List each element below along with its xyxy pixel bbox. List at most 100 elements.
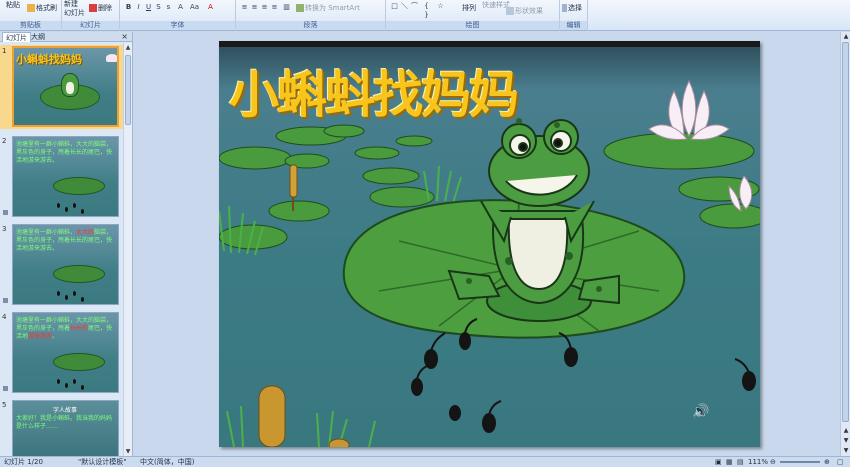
brush-icon [27,4,35,12]
close-icon[interactable]: × [121,32,128,42]
slide-thumbnail-3[interactable]: 3 池塘里有一群小蝌蚪，大大的脑袋，黑灰色的身子，甩着长长的尾巴，快活地游来游去… [0,223,124,307]
group-label-font: 字体 [120,21,235,30]
clipboard-group: 粘贴 格式刷 剪贴板 [0,0,62,31]
format-painter-button[interactable]: 格式刷 [27,4,57,13]
slide-title[interactable]: 小蝌蚪找妈妈 [229,65,519,125]
cattail [289,164,298,198]
group-label-slides: 幻灯片 [62,21,119,30]
zoom-out-icon[interactable]: ⊖ [770,457,776,467]
strike-button[interactable]: S [154,3,163,12]
status-bar: 幻灯片 1/20 "默认设计模板" 中文(简体，中国) ▣ ▦ ▤ 111% ⊖… [0,456,850,467]
view-sorter-icon[interactable]: ▦ [726,457,733,467]
thumbnail-text-part: 。 [52,333,59,340]
underline-button[interactable]: U [144,3,153,12]
shape-line-icon[interactable]: ＼ [400,2,409,11]
arrange-button[interactable]: 排列 [462,4,476,13]
shape-rect-icon[interactable]: □ [390,2,399,11]
smartart-icon [296,4,304,12]
slide-thumbnail-1[interactable]: 1 小蝌蚪找妈妈 [0,45,124,129]
slide-thumbnail-4[interactable]: 4 池塘里有一群小蝌蚪，大大的脑袋，黑灰色的身子，甩着长长的尾巴，快活地游来游去… [0,311,124,395]
thumbnail-image: 池塘里有一群小蝌蚪，大大的脑袋，黑灰色的身子，甩着长长的尾巴，快活地游来游去。 [12,312,119,393]
align-right-button[interactable]: ≡ [260,3,269,12]
paragraph-group: ≡ ≡ ≡ ≡ ▥ 转换为 SmartArt 段落 [236,0,386,31]
thumbnail-text-highlight: 长长的 [70,325,89,332]
slide-number: 1 [2,47,7,55]
spacing-button[interactable]: A [176,3,185,12]
thumbnail-heading: 字人故事 [53,407,78,414]
select-button[interactable]: 选择 [562,4,582,13]
align-center-button[interactable]: ≡ [250,3,259,12]
page-up-icon[interactable]: ▲ [841,426,850,435]
animation-icon [3,210,8,215]
delete-icon [89,4,97,12]
thumbnail-text: 池塘里有一群小蝌蚪，大大的脑袋，黑灰色的身子，甩着长长的尾巴，快活地游来游去。 [16,141,113,164]
slide-number: 2 [2,137,7,145]
thumbnail-text-highlight: 游来游去 [28,333,53,340]
shape-arc-icon[interactable]: ⌒ [410,2,419,11]
group-label-clipboard: 剪贴板 [0,21,61,30]
drawing-group: □ ＼ ⌒ { } ☆ 排列 快速样式 形状效果 绘图 [386,0,560,31]
view-normal-icon[interactable]: ▣ [715,457,722,467]
current-slide[interactable]: 小蝌蚪找妈妈 🔊 [219,41,760,447]
slide-number: 3 [2,225,7,233]
ribbon: 粘贴 格式刷 剪贴板 新建 幻灯片 删除 幻灯片 B I U S s A Aa … [0,0,850,31]
align-left-button[interactable]: ≡ [240,3,249,12]
shape-brace-icon[interactable]: { } [422,2,431,19]
language-indicator[interactable]: 中文(简体，中国) [140,457,194,467]
thumbnail-image: 字人故事 大家好！我是小蝌蚪。我当我的妈妈是什么样子…… [12,400,119,456]
bold-button[interactable]: B [124,3,133,12]
shape-effects-button[interactable]: 形状效果 [506,7,543,16]
panel-scroll-thumb[interactable] [125,55,131,125]
font-group: B I U S s A Aa A 字体 [120,0,236,31]
thumbnail-text: 池塘里有一群小蝌蚪，大大的脑袋，黑灰色的身子，甩着长长的尾巴，快活地游来游去。 [16,229,116,253]
shadow-button[interactable]: s [164,3,173,12]
speaker-icon[interactable]: 🔊 [692,404,709,420]
zoom-slider[interactable] [780,461,820,463]
convert-smartart-button[interactable]: 转换为 SmartArt [296,4,360,13]
canvas-scrollbar[interactable]: ▲ ▲ ▼ ▼ [840,32,850,456]
scroll-up-icon[interactable]: ▲ [124,43,132,52]
slide-number: 4 [2,313,7,321]
thumbnail-image: 池塘里有一群小蝌蚪，大大的脑袋，黑灰色的身子，甩着长长的尾巴，快活地游来游去。 [12,136,119,217]
animation-icon [3,386,8,391]
justify-button[interactable]: ≡ [270,3,279,12]
zoom-in-icon[interactable]: ⊕ [824,457,830,467]
scroll-down-icon[interactable]: ▼ [124,447,132,456]
canvas-scroll-thumb[interactable] [842,42,849,422]
cattail-bottom [258,385,286,447]
group-label-drawing: 绘图 [386,21,559,30]
page-down-icon[interactable]: ▼ [841,436,850,445]
tab-outline[interactable]: 大纲 [28,32,48,42]
cursor-icon [562,4,567,12]
italic-button[interactable]: I [134,3,143,12]
panel-scrollbar[interactable]: ▲ ▼ [123,43,132,456]
font-color-button[interactable]: A [206,3,215,12]
thumbnail-text-highlight: 大大的 [76,229,95,236]
thumbnail-text: 池塘里有一群小蝌蚪，大大的脑袋，黑灰色的身子，甩着长长的尾巴，快活地游来游去。 [16,317,116,341]
new-slide-button[interactable]: 新建 幻灯片 [64,0,85,18]
shape-star-icon[interactable]: ☆ [436,2,445,11]
slide-thumbnail-5[interactable]: 5 字人故事 大家好！我是小蝌蚪。我当我的妈妈是什么样子…… [0,399,124,456]
tab-slides[interactable]: 幻灯片 [2,32,31,42]
zoom-level[interactable]: 111% [748,457,768,467]
thumbnail-text: 大家好！我是小蝌蚪。我当我的妈妈是什么样子…… [16,415,113,430]
effects-icon [506,7,514,15]
columns-button[interactable]: ▥ [282,3,291,12]
slide-number: 5 [2,401,7,409]
slide-thumbnail-2[interactable]: 2 池塘里有一群小蝌蚪，大大的脑袋，黑灰色的身子，甩着长长的尾巴，快活地游来游去… [0,135,124,219]
thumbnail-list: 1 小蝌蚪找妈妈 2 池塘里有一群小蝌蚪，大大的脑袋，黑灰色的身子，甩着长长的尾… [0,43,124,456]
fit-window-icon[interactable]: ▢ [837,457,844,467]
view-show-icon[interactable]: ▤ [737,457,744,467]
slides-group: 新建 幻灯片 删除 幻灯片 [62,0,120,31]
slide-count: 幻灯片 1/20 [4,458,43,466]
scroll-up-icon[interactable]: ▲ [841,32,850,41]
panel-tabs: 幻灯片 大纲 × [0,32,132,42]
editing-group: 选择 编辑 [560,0,588,31]
scroll-down-icon[interactable]: ▼ [841,446,850,455]
case-button[interactable]: Aa [190,3,199,12]
template-name: "默认设计模板" [78,458,127,466]
delete-slide-button[interactable]: 删除 [89,4,112,13]
thumbnail-image: 小蝌蚪找妈妈 [12,46,119,127]
group-label-editing: 编辑 [560,21,587,30]
paste-button[interactable]: 粘贴 [6,1,20,10]
